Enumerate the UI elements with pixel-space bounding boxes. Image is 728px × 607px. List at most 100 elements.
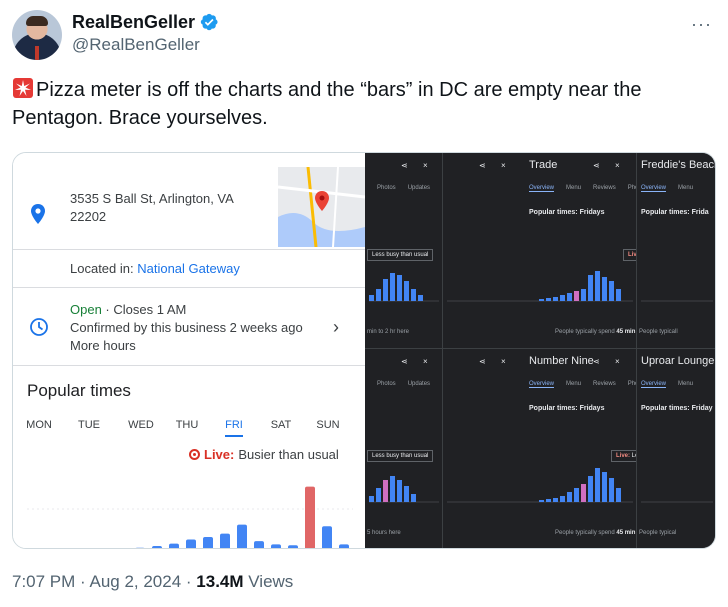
hour-bar bbox=[390, 476, 395, 502]
day-tab-wed[interactable]: WED bbox=[121, 419, 161, 431]
footer-text: People typically spend bbox=[555, 329, 617, 335]
hour-bar bbox=[369, 295, 374, 301]
hour-bar bbox=[411, 494, 416, 502]
hour-bar bbox=[574, 291, 579, 301]
hour-bar bbox=[581, 289, 586, 301]
pane-footer: People typically spend 45 min to 2 hr he… bbox=[555, 329, 636, 335]
hour-bar bbox=[169, 543, 179, 548]
hours-status[interactable]: Open · Closes 1 AM bbox=[70, 302, 186, 317]
display-name[interactable]: RealBenGeller bbox=[72, 10, 219, 34]
address-line-2: 22202 bbox=[70, 209, 107, 224]
hour-bar bbox=[404, 486, 409, 502]
hour-bar bbox=[581, 484, 586, 502]
live-status: Live: Busier than usual bbox=[189, 447, 339, 462]
more-hours-link[interactable]: More hours bbox=[70, 338, 136, 353]
handle[interactable]: @RealBenGeller bbox=[72, 34, 219, 56]
hour-bar bbox=[254, 541, 264, 548]
dark-pane: ⋖ × Photos Updates Less busy than usual 5 hou… bbox=[365, 349, 443, 548]
footer-bold: 45 min to 2 hr bbox=[616, 329, 636, 335]
hour-bar bbox=[546, 499, 551, 502]
day-tab-sun[interactable]: SUN bbox=[308, 419, 348, 431]
hour-bar bbox=[602, 277, 607, 301]
hour-bar bbox=[376, 488, 381, 502]
live-text: Less busy than usual bbox=[372, 453, 429, 459]
hour-bar bbox=[546, 298, 551, 301]
pane-footer: People typical bbox=[639, 530, 677, 536]
hour-bar bbox=[553, 297, 558, 301]
mini-chart bbox=[447, 468, 633, 503]
footer-text: People typically spend bbox=[555, 530, 617, 536]
live-status-text: Busier than usual bbox=[238, 447, 339, 462]
day-tab-mon[interactable]: MON bbox=[19, 419, 59, 431]
hour-bar bbox=[339, 544, 349, 548]
verified-badge-icon bbox=[200, 13, 218, 31]
day-tab-thu[interactable]: THU bbox=[167, 419, 207, 431]
hour-bar bbox=[203, 536, 213, 548]
hour-bar bbox=[616, 488, 621, 502]
mini-map[interactable] bbox=[278, 167, 365, 247]
hour-bar bbox=[397, 275, 402, 301]
author-block[interactable]: RealBenGeller @RealBenGeller bbox=[72, 10, 219, 56]
more-options-icon[interactable]: ··· bbox=[691, 14, 712, 35]
live-bar bbox=[305, 486, 315, 548]
hour-bar bbox=[616, 289, 621, 301]
hour-bar bbox=[404, 281, 409, 301]
hour-bar bbox=[288, 545, 298, 548]
day-tabs: MON TUE WED THU FRI SAT SUN bbox=[26, 419, 357, 439]
live-pill: Less busy than usual bbox=[367, 450, 434, 462]
live-pill: Live: Less busy than usual bbox=[611, 450, 636, 462]
tweet-media[interactable]: 3535 S Ball St, Arlington, VA 22202 Loca… bbox=[12, 152, 716, 549]
tweet-meta: 7:07 PM · Aug 2, 2024 · 13.4M Views bbox=[12, 572, 294, 591]
live-text: Less busy than usual bbox=[372, 252, 429, 258]
hour-bar bbox=[322, 526, 332, 548]
hour-bar bbox=[560, 496, 565, 502]
hour-bar bbox=[135, 547, 145, 548]
views-count: 13.4M bbox=[196, 572, 244, 591]
day-tab-sat[interactable]: SAT bbox=[261, 419, 301, 431]
live-label: Live: bbox=[204, 447, 235, 462]
chevron-right-icon[interactable]: › bbox=[333, 317, 339, 338]
views-label: Views bbox=[243, 572, 294, 591]
pane-footer: min to 2 hr here bbox=[367, 329, 410, 335]
avatar[interactable] bbox=[12, 10, 62, 60]
live-pill: Live: Not too busy bbox=[623, 249, 636, 261]
pane-footer: People typicall bbox=[639, 329, 678, 335]
hour-bar bbox=[220, 533, 230, 548]
display-name-text[interactable]: RealBenGeller bbox=[72, 10, 195, 34]
address-line-1: 3535 S Ball St, Arlington, VA bbox=[70, 191, 234, 206]
hour-bar bbox=[560, 295, 565, 301]
hour-bar bbox=[397, 480, 402, 502]
dark-pane: ⋖Uproar LoungeOverviewMenuPopular times:… bbox=[637, 349, 715, 548]
hour-bar bbox=[383, 480, 388, 502]
hour-bar bbox=[390, 273, 395, 301]
hour-bar bbox=[539, 500, 544, 502]
day-tab-tue[interactable]: TUE bbox=[69, 419, 109, 431]
mini-chart bbox=[641, 501, 713, 503]
divider bbox=[13, 365, 365, 366]
hour-bar bbox=[574, 488, 579, 502]
confirmed-text: Confirmed by this business 2 weeks ago bbox=[70, 320, 303, 335]
dark-screenshots: ⋖ × Photos Updates Less busy than usual min t… bbox=[365, 153, 715, 548]
located-link[interactable]: National Gateway bbox=[137, 261, 240, 276]
hour-bar bbox=[186, 539, 196, 548]
hour-bar bbox=[411, 289, 416, 301]
divider bbox=[13, 249, 365, 250]
hour-bar bbox=[369, 496, 374, 502]
footer-bold: 45 min to 2 hr bbox=[616, 530, 636, 536]
hour-bar bbox=[418, 295, 423, 301]
hour-bar bbox=[553, 498, 558, 502]
clock-icon bbox=[30, 318, 48, 336]
live-pill: Less busy than usual bbox=[367, 249, 434, 261]
mini-chart bbox=[641, 300, 713, 302]
place-card: 3535 S Ball St, Arlington, VA 22202 Loca… bbox=[13, 153, 365, 548]
tweet-date[interactable]: Aug 2, 2024 bbox=[89, 572, 181, 591]
dark-pane: ⋖×⋖×Number NineOverviewMenuReviewsPhotos… bbox=[443, 349, 637, 548]
divider bbox=[13, 287, 365, 288]
tweet-time[interactable]: 7:07 PM bbox=[12, 572, 75, 591]
hour-bar bbox=[588, 476, 593, 502]
dark-pane: ⋖ × Photos Updates Less busy than usual min t… bbox=[365, 153, 443, 349]
popular-times-chart bbox=[27, 486, 353, 548]
hour-bar bbox=[588, 275, 593, 301]
day-tab-fri[interactable]: FRI bbox=[214, 419, 254, 431]
hour-bar bbox=[609, 281, 614, 301]
